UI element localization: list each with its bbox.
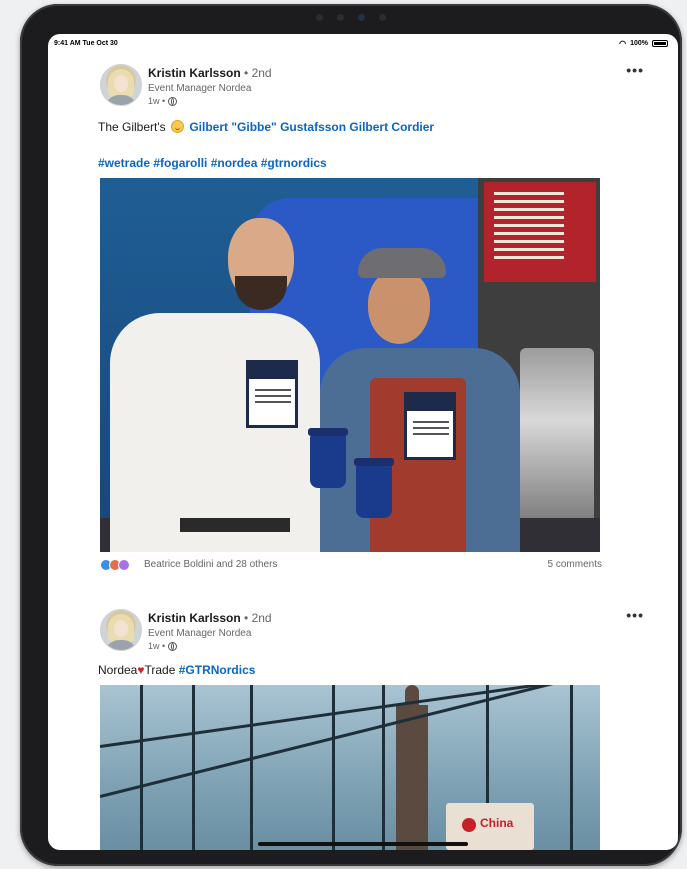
status-time: 9:41 AM (54, 39, 81, 47)
connection-degree: • 2nd (244, 611, 272, 625)
reaction-icons[interactable] (100, 559, 130, 571)
battery-percent: 100% (630, 39, 648, 47)
author-line: Kristin Karlsson • 2nd (148, 611, 272, 625)
hashtag-link[interactable]: #GTRNordics (179, 663, 256, 677)
more-options-icon[interactable]: ••• (626, 607, 644, 623)
status-left: 9:41 AM Tue Oct 30 (54, 40, 118, 47)
author-role: Event Manager Nordea (148, 83, 252, 94)
reactions-count[interactable]: Beatrice Boldini and 28 others (144, 559, 277, 570)
tablet-frame: 9:41 AM Tue Oct 30 ◠ 100% Kristin Karlss… (20, 4, 682, 866)
avatar[interactable] (100, 64, 142, 106)
post-header: Kristin Karlsson • 2nd Event Manager Nor… (100, 62, 643, 112)
post-age: 1w • (148, 96, 178, 106)
author-name[interactable]: Kristin Karlsson (148, 66, 241, 80)
post-image[interactable]: China (100, 685, 600, 850)
camera-bar (316, 14, 386, 21)
post-text: Nordea♥Trade #GTRNordics (98, 663, 255, 677)
battery-icon (652, 39, 668, 47)
home-indicator[interactable] (258, 842, 468, 846)
author-name[interactable]: Kristin Karlsson (148, 611, 241, 625)
comments-count[interactable]: 5 comments (548, 559, 602, 570)
post-text-a: Nordea (98, 663, 138, 677)
author-role: Event Manager Nordea (148, 628, 252, 639)
post-text-prefix: The Gilbert's (98, 120, 166, 134)
status-date: Tue Oct 30 (82, 39, 118, 47)
status-bar: 9:41 AM Tue Oct 30 ◠ 100% (48, 34, 678, 52)
support-reaction-icon (118, 559, 130, 571)
globe-icon (168, 641, 178, 651)
feed-post: Kristin Karlsson • 2nd Event Manager Nor… (48, 62, 678, 584)
screen: 9:41 AM Tue Oct 30 ◠ 100% Kristin Karlss… (48, 34, 678, 850)
mention-links[interactable]: Gilbert "Gibbe" Gustafsson Gilbert Cordi… (189, 120, 434, 134)
sign-logo-icon (462, 818, 476, 832)
more-options-icon[interactable]: ••• (626, 62, 644, 78)
photo-sign-text: China (480, 816, 514, 830)
author-line: Kristin Karlsson • 2nd (148, 66, 272, 80)
post-age-text: 1w • (148, 96, 166, 106)
connection-degree: • 2nd (244, 66, 272, 80)
wifi-icon: ◠ (619, 38, 627, 48)
reactions-bar: Beatrice Boldini and 28 others 5 comment… (100, 558, 602, 574)
hashtag-links[interactable]: #wetrade #fogarolli #nordea #gtrnordics (98, 156, 327, 170)
post-age-text: 1w • (148, 641, 166, 651)
post-header: Kristin Karlsson • 2nd Event Manager Nor… (100, 607, 643, 657)
post-age: 1w • (148, 641, 178, 651)
avatar[interactable] (100, 609, 142, 651)
globe-icon (168, 96, 178, 106)
post-text-b: Trade (144, 663, 176, 677)
post-image[interactable] (100, 178, 600, 552)
post-hashtags: #wetrade #fogarolli #nordea #gtrnordics (98, 156, 327, 170)
post-text: The Gilbert's Gilbert "Gibbe" Gustafsson… (98, 120, 434, 134)
smile-emoji-icon (171, 120, 184, 133)
status-right: ◠ 100% (619, 39, 668, 48)
